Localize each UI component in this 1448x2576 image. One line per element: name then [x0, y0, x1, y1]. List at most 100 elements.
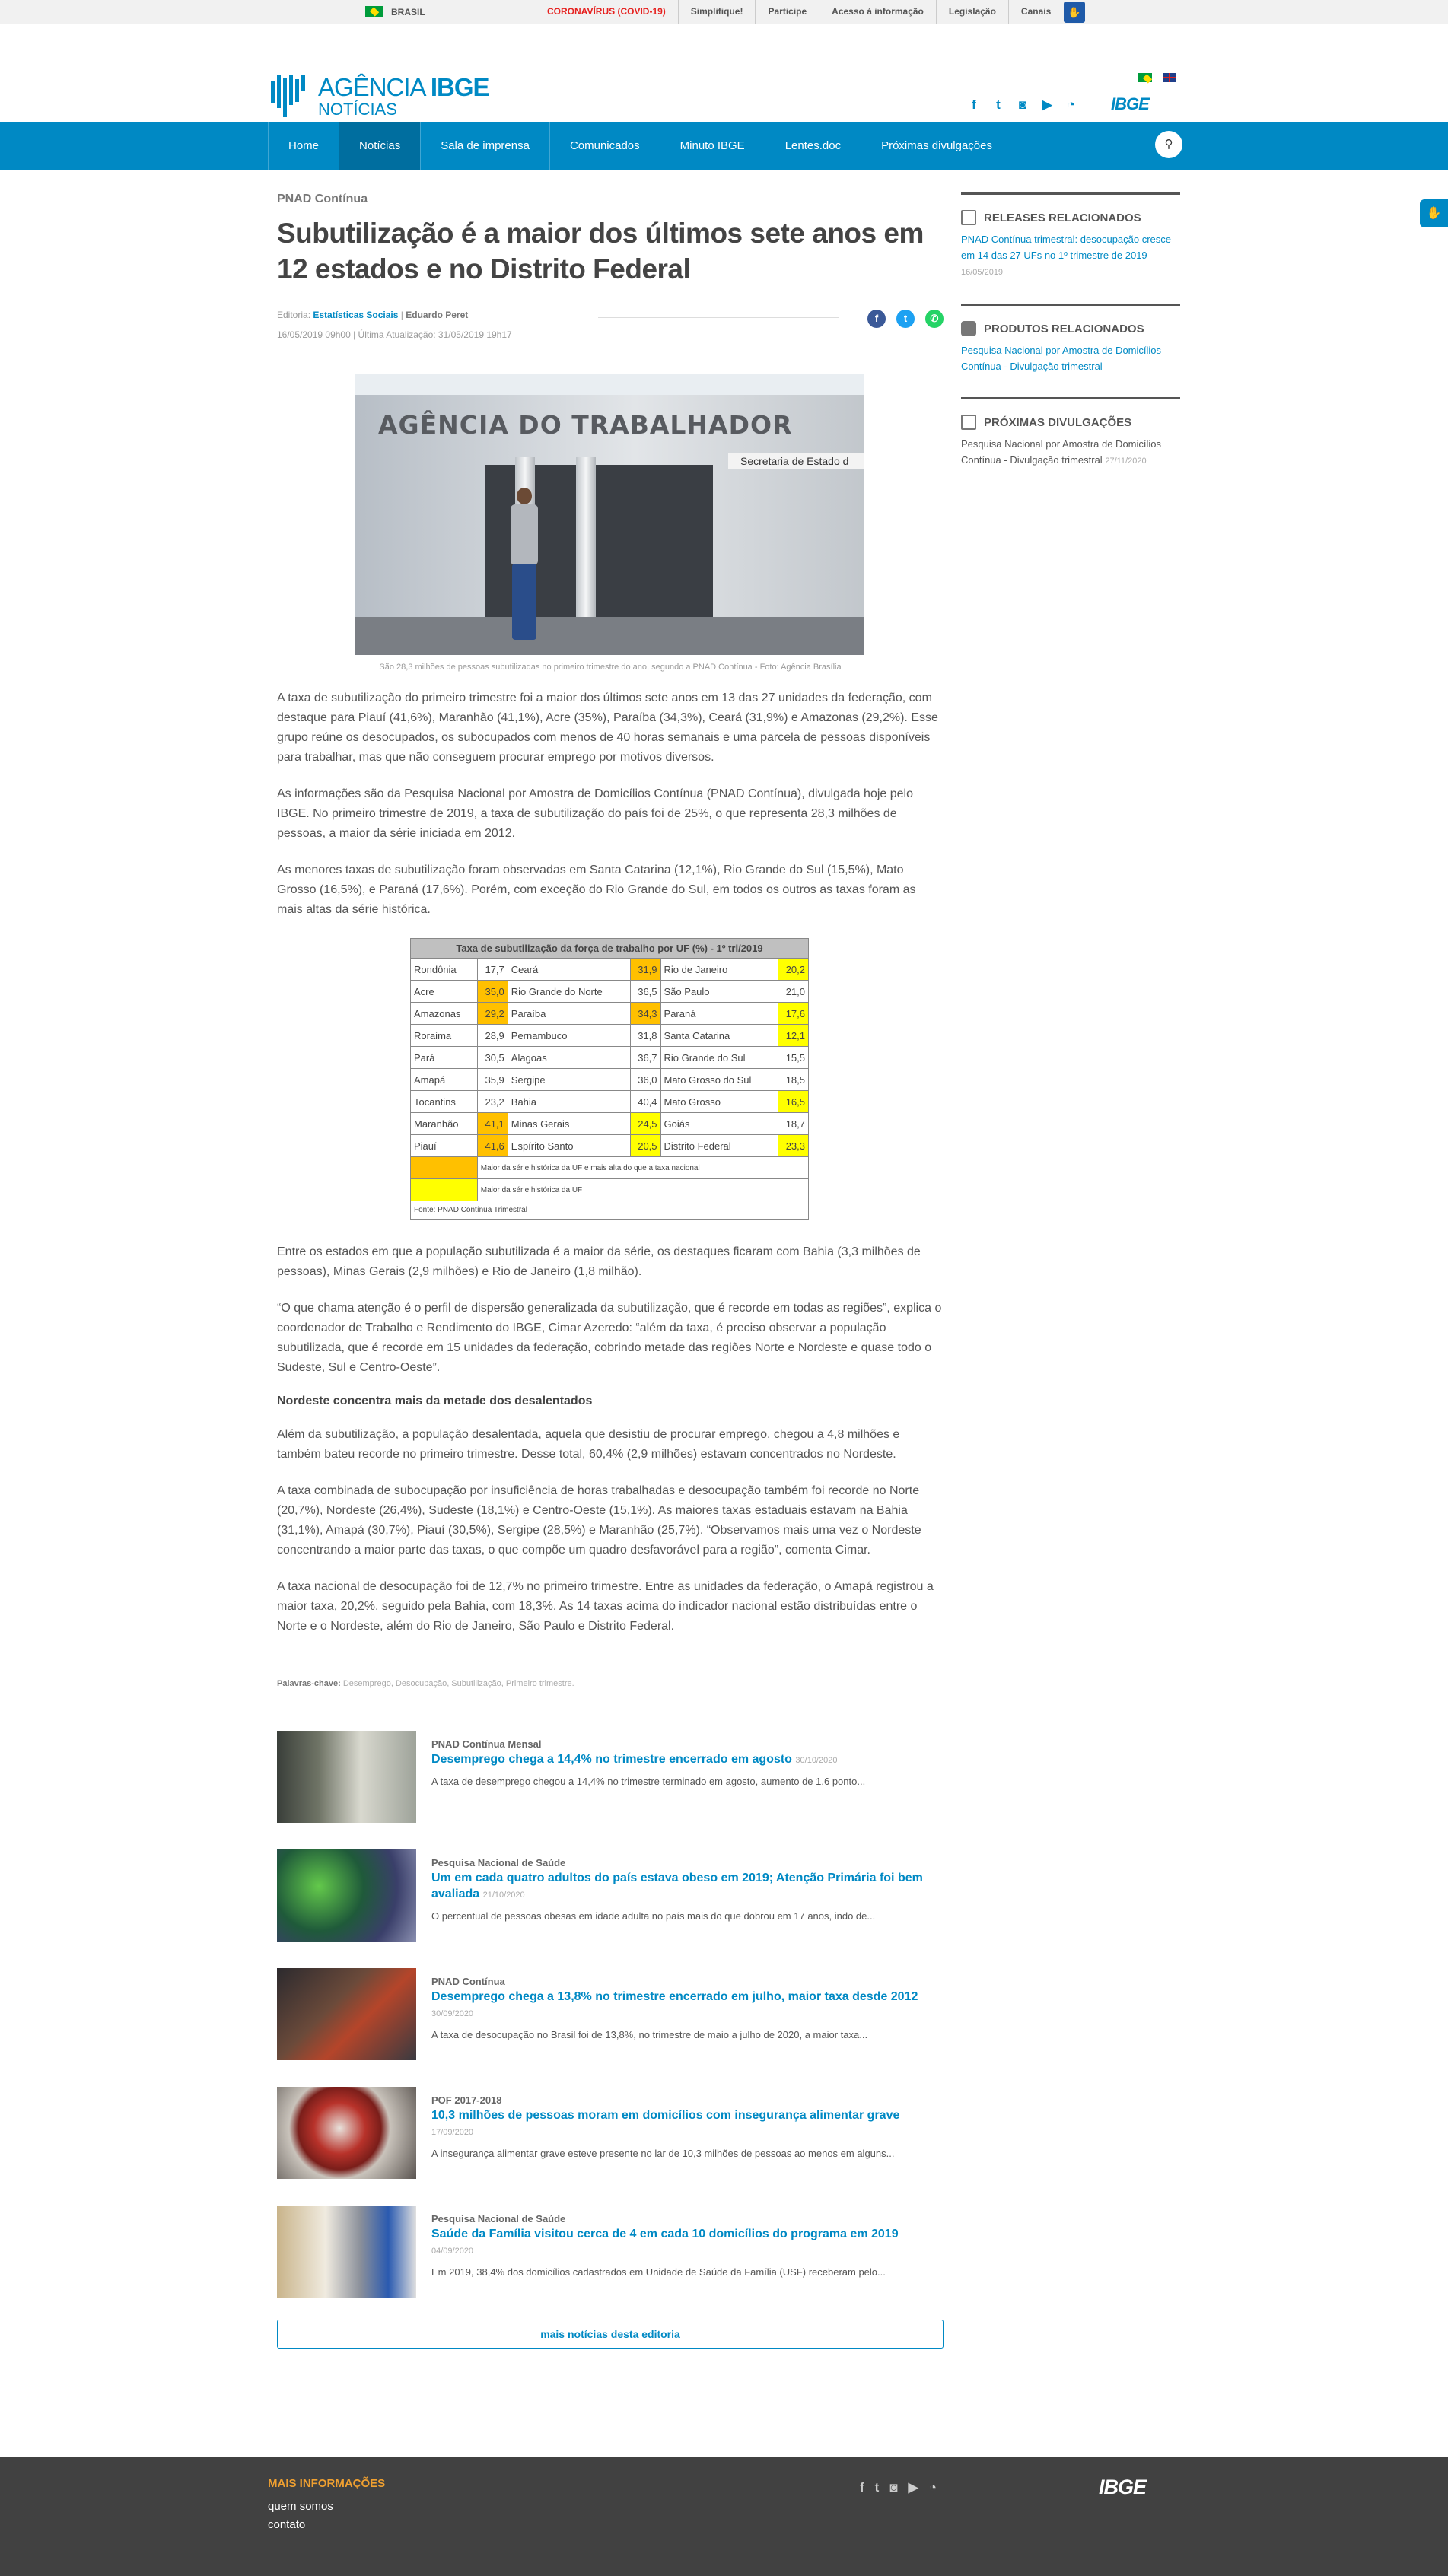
uf-value: 17,6 — [778, 1002, 809, 1025]
uf-name: Espírito Santo — [507, 1134, 631, 1157]
uf-value: 30,5 — [476, 1046, 508, 1069]
portuguese-flag-icon[interactable] — [1138, 73, 1152, 82]
proximas-divulgacoes: PRÓXIMAS DIVULGAÇÕES Pesquisa Nacional p… — [961, 397, 1180, 469]
keywords-list[interactable]: Desemprego, Desocupação, Subutilização, … — [343, 1679, 574, 1688]
brasil-link[interactable]: BRASIL — [365, 6, 425, 17]
accessibility-icon[interactable]: ✋ — [1064, 2, 1085, 23]
news-title-link[interactable]: 10,3 milhões de pessoas moram em domicíl… — [431, 2109, 899, 2122]
news-thumbnail[interactable] — [277, 2206, 416, 2298]
facebook-icon[interactable]: f — [966, 97, 982, 113]
list-item[interactable]: Pesquisa Nacional de Saúde Saúde da Famí… — [277, 2206, 944, 2298]
agencia-ibge-logo[interactable]: AGÊNCIA IBGE NOTÍCIAS — [271, 73, 490, 118]
uf-name: Goiás — [660, 1112, 779, 1135]
article-category[interactable]: PNAD Contínua — [277, 192, 944, 206]
list-item[interactable]: POF 2017-2018 10,3 milhões de pessoas mo… — [277, 2087, 944, 2179]
nav-minuto-ibge[interactable]: Minuto IBGE — [659, 122, 765, 170]
news-title-link[interactable]: Desemprego chega a 13,8% no trimestre en… — [431, 1990, 918, 2003]
gov-links: CORONAVÍRUS (COVID-19) Simplifique! Part… — [536, 0, 1063, 24]
uf-value: 36,7 — [629, 1046, 661, 1069]
nav-home[interactable]: Home — [268, 122, 339, 170]
legend-yellow-text: Maior da série histórica da UF — [476, 1178, 810, 1201]
rss-icon[interactable]: ◔ — [1064, 97, 1079, 113]
subutilizacao-table: Taxa de subutilização da força de trabal… — [410, 938, 810, 1220]
editoria-link[interactable]: Estatísticas Sociais — [313, 310, 398, 320]
table-row: Amazonas 29,2 Paraíba 34,3 Paraná 17,6 — [410, 1002, 809, 1025]
social-links: f t ◙ ▶ ◔ — [966, 97, 1079, 113]
instagram-icon[interactable]: ◙ — [889, 2480, 897, 2495]
nav-proximas-divulgacoes[interactable]: Próximas divulgações — [861, 122, 1012, 170]
footer-ibge-logo[interactable]: IBGE — [1099, 2476, 1147, 2499]
author: Eduardo Peret — [406, 310, 469, 320]
share-twitter-icon[interactable]: t — [896, 310, 915, 328]
photo-sign: AGÊNCIA DO TRABALHADOR — [378, 410, 793, 440]
floating-accessibility-icon[interactable]: ✋ — [1420, 199, 1448, 227]
gov-link-covid[interactable]: CORONAVÍRUS (COVID-19) — [536, 0, 678, 24]
uf-value: 16,5 — [778, 1090, 809, 1113]
news-thumbnail[interactable] — [277, 1731, 416, 1823]
youtube-icon[interactable]: ▶ — [1039, 97, 1055, 113]
keywords: Palavras-chave: Desemprego, Desocupação,… — [277, 1679, 574, 1688]
article: PNAD Contínua Subutilização é a maior do… — [277, 192, 944, 2349]
uf-name: Rio de Janeiro — [660, 958, 779, 981]
paragraph: A taxa de subutilização do primeiro trim… — [277, 692, 938, 764]
rss-icon[interactable]: ◔ — [929, 2480, 937, 2495]
uf-name: Minas Gerais — [507, 1112, 631, 1135]
more-news-button[interactable]: mais notícias desta editoria — [277, 2320, 944, 2349]
uf-name: Pernambuco — [507, 1024, 631, 1047]
uf-value: 35,9 — [476, 1068, 508, 1091]
nav-sala-imprensa[interactable]: Sala de imprensa — [420, 122, 549, 170]
document-icon — [961, 210, 976, 225]
search-icon[interactable]: ⚲ — [1155, 131, 1182, 158]
uf-value: 23,2 — [476, 1090, 508, 1113]
news-title-link[interactable]: Saúde da Família visitou cerca de 4 em c… — [431, 2228, 899, 2240]
list-item[interactable]: Pesquisa Nacional de Saúde Um em cada qu… — [277, 1849, 944, 1942]
share-whatsapp-icon[interactable]: ✆ — [925, 310, 944, 328]
share-facebook-icon[interactable]: f — [867, 310, 886, 328]
facebook-icon[interactable]: f — [860, 2480, 864, 2495]
news-title-link[interactable]: Desemprego chega a 14,4% no trimestre en… — [431, 1753, 792, 1766]
nav-comunicados[interactable]: Comunicados — [549, 122, 660, 170]
ibge-logo[interactable]: IBGE — [1111, 94, 1150, 114]
logo-word-agencia: AGÊNCIA — [318, 73, 425, 101]
nav-noticias[interactable]: Notícias — [339, 122, 421, 170]
site-header: AGÊNCIA IBGE NOTÍCIAS f t ◙ ▶ ◔ IBGE — [0, 24, 1448, 122]
gov-link-participe[interactable]: Participe — [755, 0, 819, 24]
uf-value: 34,3 — [629, 1002, 661, 1025]
news-thumbnail[interactable] — [277, 1849, 416, 1942]
uf-name: Paraná — [660, 1002, 779, 1025]
twitter-icon[interactable]: t — [991, 97, 1006, 113]
gov-link-canais[interactable]: Canais — [1007, 0, 1063, 24]
twitter-icon[interactable]: t — [875, 2480, 880, 2495]
news-thumbnail[interactable] — [277, 1968, 416, 2060]
produtos-relacionados: PRODUTOS RELACIONADOS Pesquisa Nacional … — [961, 304, 1180, 374]
uf-value: 29,2 — [476, 1002, 508, 1025]
uf-value: 41,6 — [476, 1134, 508, 1157]
photo-plate: Secretaria de Estado d — [728, 453, 864, 469]
news-thumbnail[interactable] — [277, 2087, 416, 2179]
uf-value: 24,5 — [629, 1112, 661, 1135]
gov-link-legislacao[interactable]: Legislação — [935, 0, 1008, 24]
list-item[interactable]: PNAD Contínua Desemprego chega a 13,8% n… — [277, 1968, 944, 2060]
paragraph: Entre os estados em que a população subu… — [277, 1245, 921, 1278]
logo-bars-icon — [271, 75, 312, 117]
produto-link[interactable]: Pesquisa Nacional por Amostra de Domicíl… — [961, 342, 1180, 374]
uf-name: Rio Grande do Sul — [660, 1046, 779, 1069]
footer-link-contato[interactable]: contato — [268, 2518, 305, 2531]
sidebar: RELEASES RELACIONADOS PNAD Contínua trim… — [961, 192, 1180, 492]
release-link[interactable]: PNAD Contínua trimestral: desocupação cr… — [961, 234, 1171, 261]
uf-name: Rio Grande do Norte — [507, 980, 631, 1003]
gov-link-acesso[interactable]: Acesso à informação — [819, 0, 936, 24]
gov-link-simplifique[interactable]: Simplifique! — [677, 0, 756, 24]
footer-heading: MAIS INFORMAÇÕES — [268, 2477, 386, 2490]
youtube-icon[interactable]: ▶ — [909, 2480, 918, 2495]
footer-link-quem-somos[interactable]: quem somos — [268, 2500, 333, 2513]
list-item[interactable]: PNAD Contínua Mensal Desemprego chega a … — [277, 1731, 944, 1823]
nav-lentes-doc[interactable]: Lentes.doc — [764, 122, 861, 170]
table-row: Amapá 35,9 Sergipe 36,0 Mato Grosso do Sul 18… — [410, 1068, 809, 1091]
uf-name: Sergipe — [507, 1068, 631, 1091]
uf-value: 21,0 — [778, 980, 809, 1003]
english-flag-icon[interactable] — [1163, 73, 1176, 82]
uf-name: Alagoas — [507, 1046, 631, 1069]
instagram-icon[interactable]: ◙ — [1015, 97, 1030, 113]
footer: MAIS INFORMAÇÕES quem somos contato f t … — [0, 2457, 1448, 2576]
